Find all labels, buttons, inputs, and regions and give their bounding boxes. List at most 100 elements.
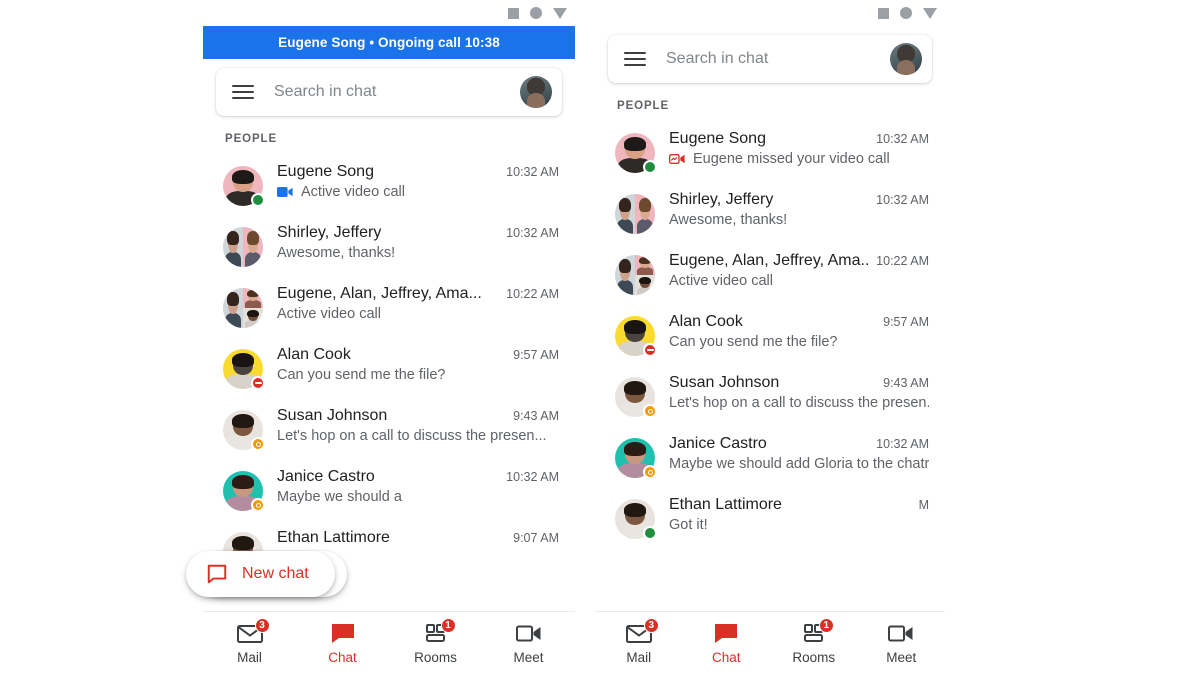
chat-list-item[interactable]: Susan Johnson 9:43 AM Let's hop on a call … — [595, 365, 945, 426]
chat-list-item[interactable]: Janice Castro 10:32 AM Maybe we should a — [203, 459, 575, 520]
chat-list-item[interactable]: Ethan Lattimore M Got it! — [595, 487, 945, 548]
avatar — [223, 288, 263, 328]
chat-time: 10:32 AM — [506, 470, 559, 484]
avatar-image-group — [615, 255, 655, 295]
square-icon[interactable] — [878, 7, 889, 19]
bottom-nav-item-meet[interactable]: Meet — [482, 623, 575, 665]
hamburger-icon[interactable] — [232, 85, 254, 99]
chat-name: Shirley, Jeffery — [277, 224, 382, 241]
chat-row-content: Eugene, Alan, Jeffrey, Ama... 10:22 AM Act… — [669, 252, 929, 289]
triangle-icon[interactable] — [553, 7, 567, 19]
nav-label: Mail — [237, 649, 262, 665]
search-bar-container-left: Search in chat — [203, 59, 575, 116]
search-bar-left[interactable]: Search in chat — [216, 68, 562, 116]
chat-time: 10:32 AM — [506, 165, 559, 179]
chat-list-item[interactable]: Eugene, Alan, Jeffrey, Ama... 10:22 AM Act… — [203, 276, 575, 337]
rooms-icon: 1 — [423, 617, 456, 645]
avatar-face — [223, 227, 243, 267]
chat-list-item[interactable]: Eugene Song 10:32 AM Active video call — [203, 154, 575, 215]
chat-row-content: Alan Cook 9:57 AM Can you send me the file… — [669, 313, 929, 350]
triangle-icon[interactable] — [923, 7, 937, 19]
chat-row-content: Janice Castro 10:32 AM Maybe we should a — [277, 468, 559, 505]
status-badge-away — [643, 465, 657, 479]
search-input[interactable]: Search in chat — [274, 83, 520, 101]
bottom-nav-item-mail[interactable]: 3 Mail — [203, 617, 296, 665]
avatar-face — [243, 227, 263, 267]
avatar — [223, 227, 263, 267]
bottom-nav-item-chat[interactable]: Chat — [683, 623, 771, 665]
avatar — [223, 471, 265, 512]
chat-time: 9:43 AM — [513, 409, 559, 423]
chat-name: Alan Cook — [669, 313, 743, 330]
missed-video-call-icon — [669, 153, 686, 165]
avatar — [223, 349, 265, 390]
chat-list-item[interactable]: Eugene, Alan, Jeffrey, Ama... 10:22 AM Act… — [595, 243, 945, 304]
new-chat-label: New chat — [242, 565, 309, 582]
chat-preview-row: Maybe we should a — [277, 489, 559, 505]
chat-time: 10:32 AM — [876, 193, 929, 207]
search-bar-right[interactable]: Search in chat — [608, 35, 932, 83]
bottom-nav-item-meet[interactable]: Meet — [858, 623, 946, 665]
nav-label: Mail — [626, 649, 652, 665]
chat-preview-text: Eugene missed your video call — [693, 151, 890, 167]
chat-time: 10:32 AM — [876, 132, 929, 146]
chat-name: Janice Castro — [669, 435, 767, 452]
circle-icon[interactable] — [530, 7, 542, 19]
mail-icon: 3 — [236, 617, 270, 645]
chat-row-content: Eugene, Alan, Jeffrey, Ama... 10:22 AM Act… — [277, 285, 559, 322]
chat-list-item[interactable]: Alan Cook 9:57 AM Can you send me the file… — [595, 304, 945, 365]
chat-row-content: Susan Johnson 9:43 AM Let's hop on a call … — [669, 374, 929, 411]
bottom-nav-item-chat[interactable]: Chat — [296, 623, 389, 665]
account-avatar[interactable] — [520, 76, 552, 108]
chat-row-header: Eugene, Alan, Jeffrey, Ama... 10:22 AM — [277, 285, 559, 303]
chat-time: 9:57 AM — [513, 348, 559, 362]
chat-name: Eugene Song — [669, 130, 766, 147]
avatar-image-group — [615, 194, 655, 234]
rooms-icon: 1 — [801, 617, 834, 645]
video-call-icon — [277, 186, 294, 198]
avatar-face — [243, 308, 263, 328]
search-input[interactable]: Search in chat — [666, 50, 890, 68]
chat-preview-text: Let's hop on a call to discuss the prese… — [277, 428, 547, 444]
chat-preview-row: Can you send me the file? — [669, 334, 929, 350]
account-avatar[interactable] — [890, 43, 922, 75]
chat-list-item[interactable]: Shirley, Jeffery 10:32 AM Awesome, thanks! — [203, 215, 575, 276]
chat-row-content: Eugene Song 10:32 AM Eugene missed your vi… — [669, 130, 929, 167]
chat-list-left: Eugene Song 10:32 AM Active video call Shir… — [203, 154, 575, 581]
bottom-nav-item-rooms[interactable]: 1 Rooms — [389, 617, 482, 665]
chat-list-item[interactable]: Alan Cook 9:57 AM Can you send me the file… — [203, 337, 575, 398]
chat-list-item[interactable]: Janice Castro 10:32 AM Maybe we should add… — [595, 426, 945, 487]
ongoing-call-banner[interactable]: Eugene Song • Ongoing call 10:38 — [203, 26, 575, 59]
chat-list-item[interactable]: Eugene Song 10:32 AM Eugene missed your vi… — [595, 121, 945, 182]
chat-row-header: Susan Johnson 9:43 AM — [277, 407, 559, 425]
chat-preview-text: Maybe we should a — [277, 489, 402, 505]
chat-list-item[interactable]: Susan Johnson 9:43 AM Let's hop on a call … — [203, 398, 575, 459]
avatar — [615, 194, 655, 234]
chat-preview-text: Awesome, thanks! — [669, 212, 788, 228]
hamburger-icon[interactable] — [624, 52, 646, 66]
chat-preview-text: Let's hop on a call to discuss the prese… — [669, 395, 929, 411]
avatar-face — [635, 275, 655, 295]
chat-list-item[interactable]: Shirley, Jeffery 10:32 AM Awesome, thanks! — [595, 182, 945, 243]
chat-preview-text: Active video call — [669, 273, 773, 289]
square-icon[interactable] — [508, 7, 519, 19]
chat-row-header: Alan Cook 9:57 AM — [669, 313, 929, 331]
ongoing-call-text: Eugene Song • Ongoing call 10:38 — [278, 35, 500, 50]
chat-time: 9:07 AM — [513, 531, 559, 545]
system-nav-bar-left — [203, 0, 575, 26]
chat-preview-row: Maybe we should add Gloria to the chatr.… — [669, 456, 929, 472]
chat-time: 10:22 AM — [506, 287, 559, 301]
chat-name: Ethan Lattimore — [669, 496, 782, 513]
chat-name: Susan Johnson — [277, 407, 388, 424]
chat-time: 10:32 AM — [876, 437, 929, 451]
chat-row-content: Janice Castro 10:32 AM Maybe we should add… — [669, 435, 929, 472]
bottom-nav-item-mail[interactable]: 3 Mail — [595, 617, 683, 665]
circle-icon[interactable] — [900, 7, 912, 19]
avatar-image-group — [223, 227, 263, 267]
nav-label: Chat — [711, 649, 741, 665]
chat-row-header: Ethan Lattimore 9:07 AM — [277, 529, 559, 547]
chat-row-header: Shirley, Jeffery 10:32 AM — [277, 224, 559, 242]
new-chat-fab-right[interactable]: New chat — [186, 551, 335, 597]
bottom-nav-item-rooms[interactable]: 1 Rooms — [770, 617, 858, 665]
chat-row-content: Ethan Lattimore 9:07 AM — [277, 529, 559, 550]
